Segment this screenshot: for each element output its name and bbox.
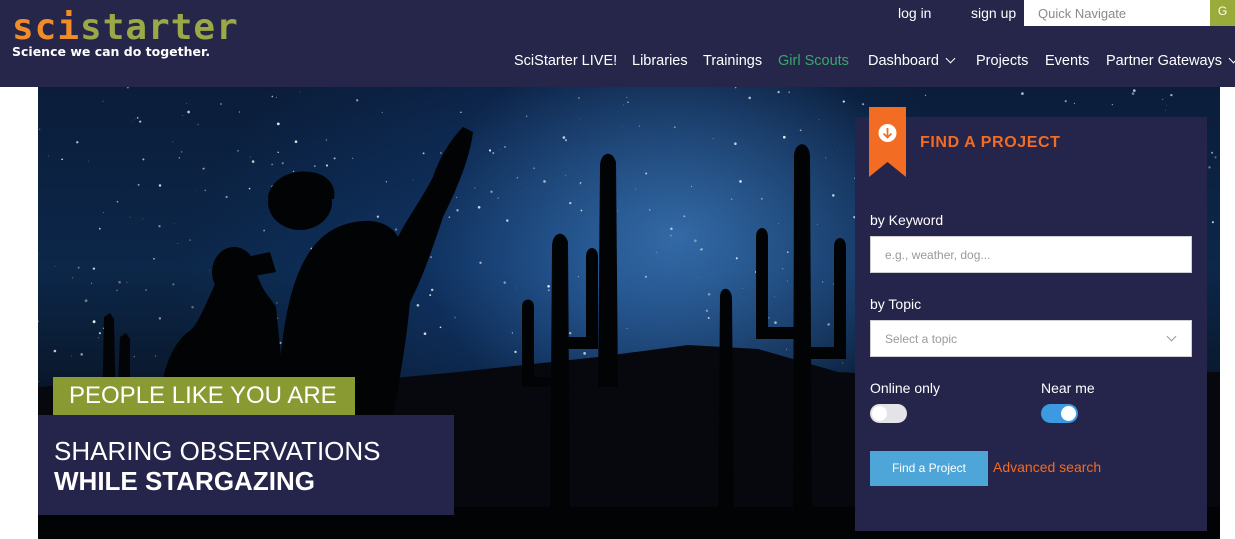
topic-label: by Topic	[870, 296, 922, 312]
logo-sci-text: sci	[12, 7, 81, 48]
signup-link[interactable]: sign up	[971, 5, 1016, 21]
chevron-down-icon	[1166, 331, 1177, 342]
tagline: Science we can do together.	[12, 44, 211, 59]
toggle-knob	[872, 406, 887, 421]
toggle-knob	[1061, 406, 1076, 421]
keyword-input[interactable]	[870, 236, 1192, 273]
nav-partner-gateways[interactable]: Partner Gateways	[1106, 53, 1235, 69]
arrow-down-circle-icon	[869, 107, 906, 177]
quick-navigate-button[interactable]: G	[1210, 0, 1235, 26]
nav-events[interactable]: Events	[1045, 53, 1089, 69]
scistarter-logo[interactable]: scistarter	[12, 10, 239, 46]
hero-tagline-people-like-you: PEOPLE LIKE YOU ARE	[53, 377, 355, 415]
chevron-down-icon	[1228, 53, 1235, 64]
nav-libraries[interactable]: Libraries	[632, 53, 688, 69]
nav-dashboard-label: Dashboard	[868, 53, 939, 69]
find-project-title: FIND A PROJECT	[920, 134, 1061, 151]
hero-headline-line2: WHILE STARGAZING	[54, 466, 315, 496]
nav-scistarter-live[interactable]: SciStarter LIVE!	[514, 53, 617, 69]
login-link[interactable]: log in	[898, 5, 931, 21]
quick-navigate-input[interactable]	[1024, 0, 1210, 26]
online-only-toggle[interactable]	[870, 404, 907, 423]
topic-select[interactable]: Select a topic	[870, 320, 1192, 357]
site-header: scistarter Science we can do together. l…	[0, 0, 1235, 87]
nav-projects[interactable]: Projects	[976, 53, 1028, 69]
logo-starter-text: starter	[80, 7, 239, 48]
hero-headline-box: SHARING OBSERVATIONS WHILE STARGAZING	[38, 415, 454, 515]
online-only-label: Online only	[870, 380, 941, 396]
nav-trainings[interactable]: Trainings	[703, 53, 762, 69]
near-me-toggle[interactable]	[1041, 404, 1078, 423]
advanced-search-link[interactable]: Advanced search	[993, 459, 1101, 475]
find-project-button[interactable]: Find a Project	[870, 451, 988, 486]
find-project-panel: FIND A PROJECT by Keyword by Topic Selec…	[855, 107, 1207, 531]
keyword-label: by Keyword	[870, 212, 944, 228]
topic-select-value: Select a topic	[885, 332, 958, 346]
chevron-down-icon	[945, 53, 956, 64]
hero-headline-line1: SHARING OBSERVATIONS	[54, 436, 381, 466]
nav-partner-gateways-label: Partner Gateways	[1106, 53, 1223, 69]
nav-dashboard[interactable]: Dashboard	[868, 53, 956, 69]
nav-girl-scouts[interactable]: Girl Scouts	[778, 53, 849, 69]
near-me-label: Near me	[1041, 380, 1095, 396]
